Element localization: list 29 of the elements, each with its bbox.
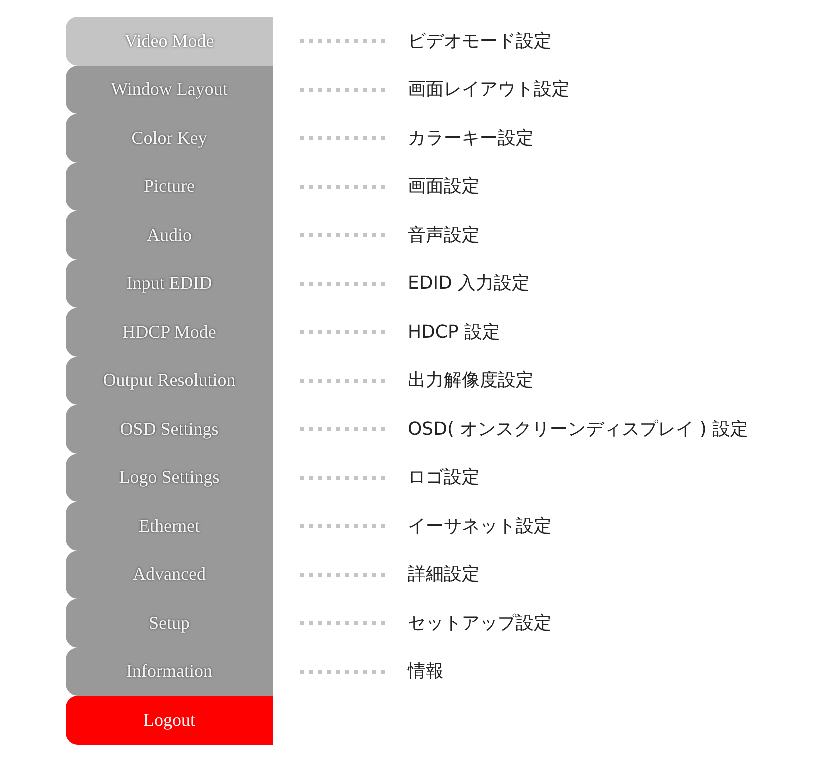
setting-description: 情報 — [408, 660, 444, 684]
menu-tab[interactable]: Output Resolution — [66, 356, 273, 405]
setting-description: イーサネット設定 — [408, 514, 552, 539]
menu-tab[interactable]: Audio — [66, 211, 273, 260]
setting-description: EDID 入力設定 — [408, 272, 530, 296]
setting-description: 画面レイアウト設定 — [408, 78, 570, 102]
setting-description: 画面設定 — [408, 175, 480, 200]
logout-button[interactable]: Logout — [66, 696, 273, 744]
setting-description: 出力解像度設定 — [408, 369, 534, 394]
menu-tab[interactable]: Window Layout — [66, 66, 273, 114]
menu-tab[interactable]: HDCP Mode — [66, 308, 273, 356]
menu-tab[interactable]: Advanced — [66, 550, 273, 599]
menu-tab[interactable]: Input EDID — [66, 260, 273, 308]
setting-description: HDCP 設定 — [408, 320, 501, 345]
menu-tab[interactable]: Picture — [66, 162, 273, 211]
setting-description: ビデオモード設定 — [408, 30, 552, 54]
menu-tab[interactable]: Color Key — [66, 114, 273, 162]
menu-tab[interactable]: Video Mode — [66, 17, 273, 66]
setting-description: 音声設定 — [408, 224, 480, 248]
setting-description: OSD( オンスクリーンディスプレイ ) 設定 — [408, 418, 749, 442]
menu-tab[interactable]: Logo Settings — [66, 454, 273, 502]
setting-description: 詳細設定 — [408, 563, 480, 588]
menu-tab[interactable]: Information — [66, 648, 273, 696]
menu-tab[interactable]: Ethernet — [66, 502, 273, 550]
setting-description: セットアップ設定 — [408, 612, 552, 636]
setting-description: ロゴ設定 — [408, 466, 480, 490]
menu-tab[interactable]: Setup — [66, 599, 273, 648]
menu-tab[interactable]: OSD Settings — [66, 405, 273, 454]
setting-description: カラーキー設定 — [408, 126, 534, 151]
